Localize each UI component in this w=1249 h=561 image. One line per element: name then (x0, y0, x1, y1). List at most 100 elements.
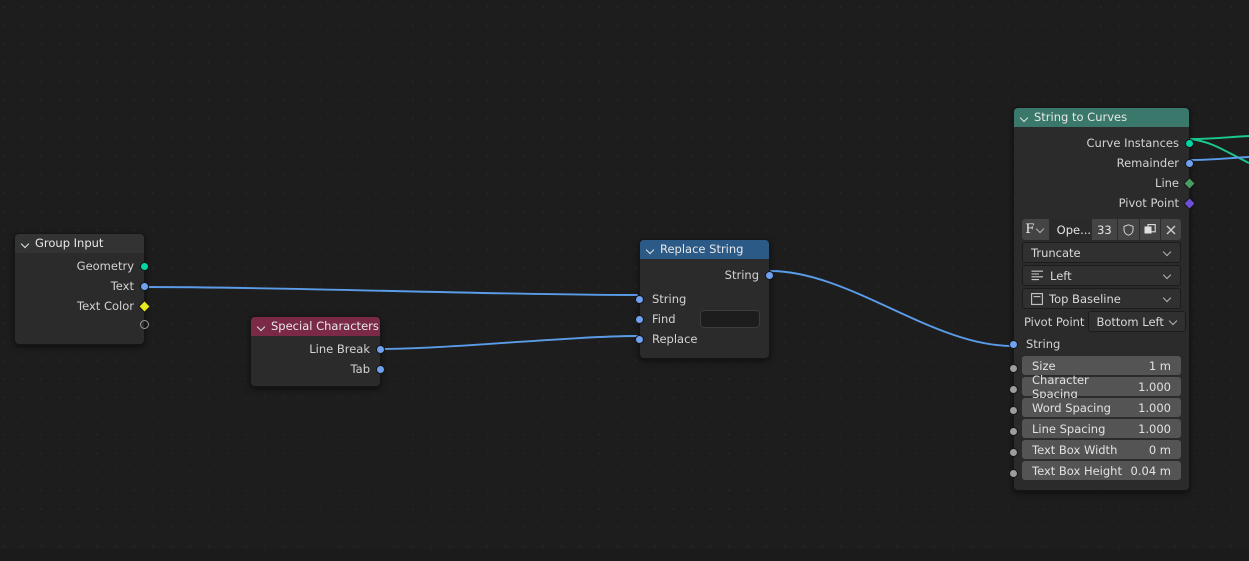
socket-row-text[interactable]: Text (15, 276, 149, 296)
collapse-chevron-icon[interactable] (257, 322, 266, 331)
font-browse-icon[interactable]: F (1022, 219, 1050, 240)
chevron-down-icon[interactable] (1037, 226, 1045, 234)
socket-row-remainder[interactable]: Remainder (1014, 153, 1194, 173)
socket-label-input-replace: Replace (652, 332, 698, 346)
socket-input-replace[interactable] (635, 334, 644, 344)
socket-character-spacing[interactable] (1009, 384, 1018, 394)
socket-label-remainder: Remainder (1116, 156, 1179, 170)
shield-icon[interactable] (1117, 219, 1140, 240)
socket-row-input-string[interactable]: String (635, 289, 769, 309)
pivot-point-row[interactable]: Pivot Point Bottom Left (1022, 311, 1186, 332)
socket-virtual-add[interactable] (140, 319, 149, 329)
socket-row-tab[interactable]: Tab (251, 359, 385, 379)
socket-label-tab: Tab (350, 362, 370, 376)
node-header-special-characters[interactable]: Special Characters (251, 317, 380, 336)
socket-line[interactable] (1183, 176, 1196, 190)
socket-label-output-string: String (724, 268, 759, 282)
font-users-count[interactable]: 33 (1092, 219, 1118, 240)
pivot-point-label: Pivot Point (1024, 314, 1085, 329)
socket-tab[interactable] (376, 364, 385, 374)
socket-label-geometry: Geometry (76, 259, 134, 273)
align-x-dropdown[interactable]: Left (1022, 265, 1181, 286)
socket-remainder[interactable] (1185, 158, 1194, 168)
socket-row-geometry[interactable]: Geometry (15, 256, 149, 276)
socket-row-pivot-point[interactable]: Pivot Point (1014, 193, 1196, 213)
socket-row-virtual[interactable] (15, 316, 149, 332)
node-header-string-to-curves[interactable]: String to Curves (1014, 108, 1189, 127)
align-left-glyph (1031, 270, 1043, 281)
socket-string-input[interactable] (1009, 339, 1018, 349)
socket-output-string[interactable] (765, 270, 774, 280)
socket-curve-instances[interactable] (1185, 138, 1194, 148)
align-top-icon (1031, 292, 1043, 305)
node-header-replace-string[interactable]: Replace String (640, 240, 769, 259)
node-string-to-curves[interactable]: String to Curves Curve Instances Remaind… (1009, 107, 1196, 491)
geometry-node-editor[interactable]: Group Input Geometry Text Text Color Spe… (0, 0, 1249, 561)
socket-text-color[interactable] (138, 299, 151, 313)
node-replace-string[interactable]: Replace String String String Find Replac… (635, 239, 774, 359)
font-datablock-row[interactable]: F Ope... 33 (1022, 219, 1181, 240)
socket-line-spacing[interactable] (1009, 426, 1018, 436)
align-y-dropdown[interactable]: Top Baseline (1022, 288, 1181, 309)
socket-input-find[interactable] (635, 314, 644, 324)
word-spacing-label: Word Spacing (1032, 400, 1111, 415)
collapse-chevron-icon[interactable] (646, 245, 655, 254)
text-box-width-widget[interactable]: Text Box Width 0 m (1022, 440, 1181, 459)
collapse-chevron-icon[interactable] (21, 239, 30, 248)
pivot-point-value: Bottom Left (1096, 314, 1164, 329)
link-replacestring-to-stringtocurves (769, 270, 1013, 347)
text-box-height-widget[interactable]: Text Box Height 0.04 m (1022, 461, 1181, 480)
font-name-field[interactable]: Ope... (1049, 219, 1093, 240)
socket-text-box-width[interactable] (1009, 447, 1018, 457)
overflow-dropdown[interactable]: Truncate (1022, 242, 1181, 263)
copy-icon[interactable] (1139, 219, 1162, 240)
socket-row-text-color[interactable]: Text Color (15, 296, 151, 316)
value-row-text-box-height[interactable]: Text Box Height 0.04 m (1009, 461, 1189, 480)
node-title: String to Curves (1034, 110, 1128, 124)
chevron-down-icon[interactable] (1164, 249, 1172, 257)
socket-row-input-find[interactable]: Find (635, 309, 769, 329)
find-text-input[interactable] (700, 310, 760, 328)
link-curve-instances-a (1189, 135, 1249, 140)
node-body-string-to-curves: Curve Instances Remainder Line Pivot Poi… (1009, 127, 1196, 490)
socket-row-curve-instances[interactable]: Curve Instances (1014, 133, 1194, 153)
x-icon[interactable] (1161, 219, 1181, 240)
align-left-icon (1031, 270, 1044, 281)
collapse-chevron-icon[interactable] (1020, 113, 1029, 122)
character-spacing-widget[interactable]: Character Spacing 1.000 (1022, 373, 1181, 401)
socket-label-input-string: String (652, 292, 687, 306)
socket-line-break[interactable] (376, 344, 385, 354)
node-special-characters[interactable]: Special Characters Line Break Tab (250, 316, 385, 387)
socket-text[interactable] (140, 281, 149, 291)
editor-bottom-bar (0, 549, 1249, 561)
value-row-character-spacing[interactable]: Character Spacing 1.000 (1009, 373, 1189, 401)
socket-geometry[interactable] (140, 261, 149, 271)
socket-word-spacing[interactable] (1009, 405, 1018, 415)
chevron-down-icon[interactable] (1164, 272, 1172, 280)
link-linebreak-to-replace (380, 335, 639, 350)
socket-input-string[interactable] (635, 294, 644, 304)
socket-row-string-input[interactable]: String (1009, 334, 1189, 354)
chevron-down-icon[interactable] (1170, 318, 1178, 326)
socket-pivot-point[interactable] (1183, 196, 1196, 210)
font-glyph-icon: F (1025, 222, 1035, 237)
word-spacing-widget[interactable]: Word Spacing 1.000 (1022, 398, 1181, 417)
value-widgets-group: Size 1 m Character Spacing 1.000 Word Sp… (1009, 356, 1189, 480)
socket-row-input-replace[interactable]: Replace (635, 329, 769, 349)
socket-size[interactable] (1009, 363, 1018, 373)
socket-row-line-break[interactable]: Line Break (251, 339, 385, 359)
value-row-text-box-width[interactable]: Text Box Width 0 m (1009, 440, 1189, 459)
socket-row-line[interactable]: Line (1014, 173, 1196, 193)
chevron-down-icon[interactable] (1164, 295, 1172, 303)
pivot-point-dropdown[interactable]: Bottom Left (1088, 311, 1186, 332)
value-row-word-spacing[interactable]: Word Spacing 1.000 (1009, 398, 1189, 417)
text-box-height-label: Text Box Height (1032, 463, 1122, 478)
socket-row-output-string[interactable]: String (640, 265, 774, 285)
value-row-line-spacing[interactable]: Line Spacing 1.000 (1009, 419, 1189, 438)
socket-text-box-height[interactable] (1009, 468, 1018, 478)
node-header-group-input[interactable]: Group Input (15, 234, 144, 253)
link-text-to-string (144, 286, 639, 296)
socket-label-pivot-point: Pivot Point (1118, 196, 1179, 210)
node-group-input[interactable]: Group Input Geometry Text Text Color (14, 233, 151, 345)
line-spacing-widget[interactable]: Line Spacing 1.000 (1022, 419, 1181, 438)
